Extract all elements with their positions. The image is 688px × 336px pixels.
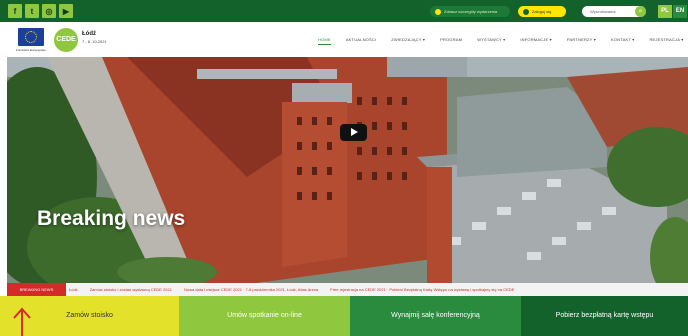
nav-rejestracja[interactable]: REJESTRACJA ▾	[649, 37, 683, 45]
nav-kontakt[interactable]: KONTAKT ▾	[611, 37, 634, 45]
hero-aerial-image	[7, 57, 688, 283]
ticker-item[interactable]: Nowa data i miejsce CEDE 2021 · 7-8 paźd…	[184, 283, 318, 296]
rent-room-button[interactable]: Wynajmij salę konferencyjną	[350, 296, 521, 336]
action-bar: Zamów stoisko Umów spotkanie on-line Wyn…	[0, 296, 688, 336]
hero-video[interactable]: Breaking news	[7, 57, 688, 283]
nav-wystawcy[interactable]: WYSTAWCY ▾	[477, 37, 505, 45]
social-links: f t ◎ ▶	[8, 4, 73, 18]
arrow-up-icon	[13, 307, 31, 336]
nav-informacje[interactable]: INFORMACJE ▾	[520, 37, 552, 45]
instagram-icon[interactable]: ◎	[42, 4, 56, 18]
logo-date: 7 - 8 .10.2021	[82, 39, 107, 44]
search-input[interactable]: Wyszukiwarka ⌕	[582, 6, 646, 17]
ticker-item[interactable]: Zamów stoisko i zostań wystawcą CEDE 202…	[90, 283, 172, 296]
event-details-label: Zobacz szczegóły wydarzenia	[444, 9, 498, 14]
nav-partnerzy[interactable]: PARTNERZY ▾	[567, 37, 596, 45]
play-video-button[interactable]	[340, 124, 367, 141]
main-nav: HOME AKTUALNOŚCI ZWIEDZAJĄCY ▾ PROGRAM W…	[318, 37, 688, 45]
search-icon[interactable]: ⌕	[635, 6, 646, 17]
search-placeholder: Wyszukiwarka	[590, 9, 616, 14]
top-bar: f t ◎ ▶ Zobacz szczegóły wydarzenia Zalo…	[0, 0, 688, 22]
nav-aktualnosci[interactable]: AKTUALNOŚCI	[346, 37, 376, 45]
ticker-item[interactable]: Free rejestracja na CEDE 2021 · Pobierz …	[330, 283, 514, 296]
site-logo[interactable]: CEDE	[54, 28, 78, 52]
nav-zwiedzajacy[interactable]: ZWIEDZAJĄCY ▾	[391, 37, 425, 45]
eu-caption: Fundusze Europejskie	[16, 48, 46, 52]
twitter-icon[interactable]: t	[25, 4, 39, 18]
lang-en-button[interactable]: EN	[673, 5, 687, 18]
free-ticket-button[interactable]: Pobierz bezpłatną kartę wstępu	[521, 296, 688, 336]
event-details-button[interactable]: Zobacz szczegóły wydarzenia	[430, 6, 510, 17]
online-meeting-button[interactable]: Umów spotkanie on-line	[179, 296, 350, 336]
hero-headline: Breaking news	[37, 207, 186, 230]
lang-pl-button[interactable]: PL	[658, 5, 672, 18]
dot-icon	[523, 8, 529, 15]
facebook-icon[interactable]: f	[8, 4, 22, 18]
login-button[interactable]: Zaloguj się	[518, 6, 566, 17]
nav-home[interactable]: HOME	[318, 37, 331, 45]
ticker-label: BREAKING NEWS	[7, 283, 66, 296]
login-label: Zaloguj się	[532, 9, 552, 14]
news-ticker: BREAKING NEWS Łódź Zamów stoisko i zosta…	[7, 283, 688, 296]
nav-program[interactable]: PROGRAM	[440, 37, 462, 45]
ticker-items: Łódź Zamów stoisko i zostań wystawcą CED…	[69, 283, 526, 296]
ticker-item[interactable]: Łódź	[69, 283, 78, 296]
logo-city: Łódź	[82, 31, 96, 37]
youtube-icon[interactable]: ▶	[59, 4, 73, 18]
dot-icon	[435, 8, 441, 15]
eu-flag-icon	[18, 28, 44, 46]
site-header: Fundusze Europejskie CEDE Łódź 7 - 8 .10…	[0, 22, 688, 57]
